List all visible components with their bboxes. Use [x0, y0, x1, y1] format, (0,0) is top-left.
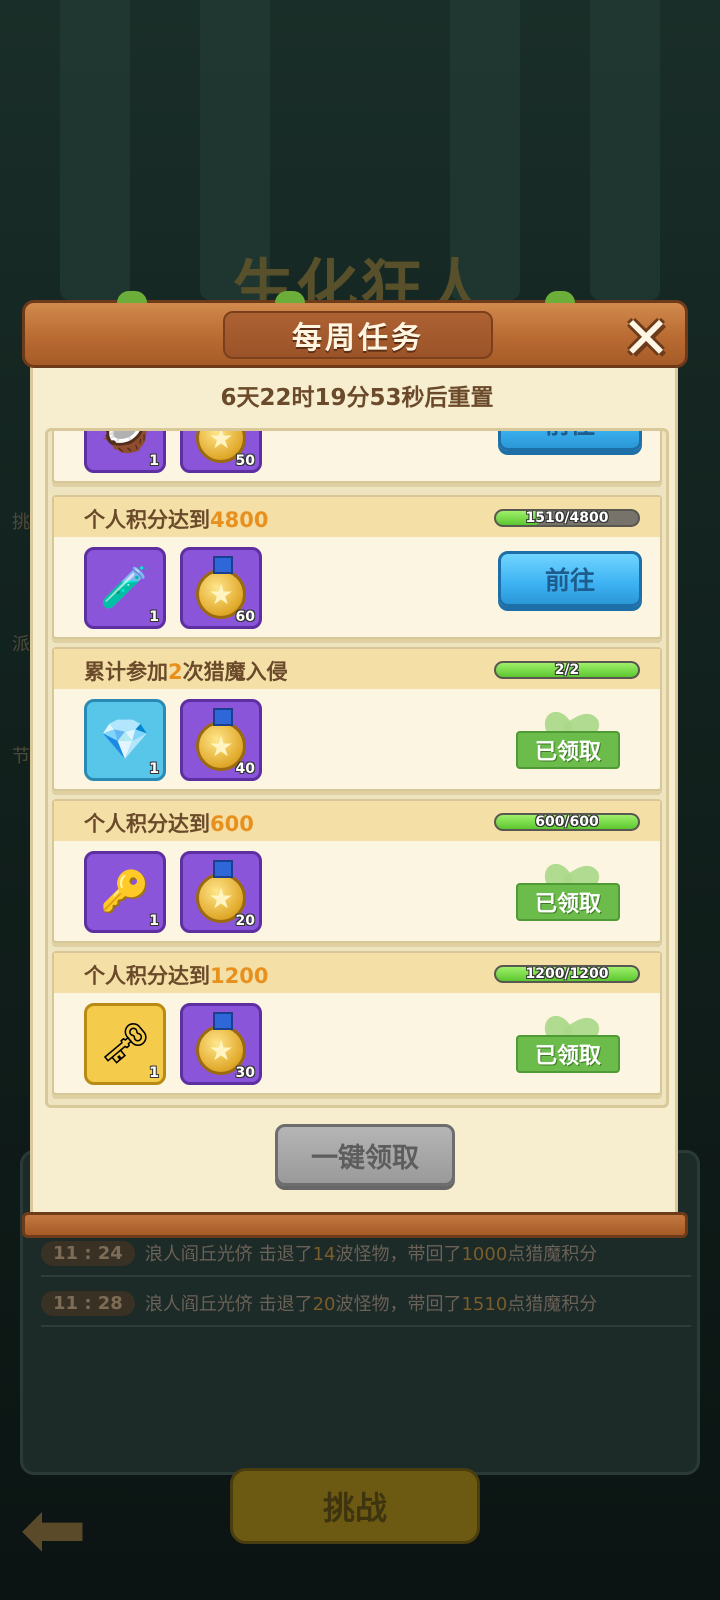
mystery-crystal-icon: 💎 — [100, 717, 150, 763]
progress-text: 1200/1200 — [525, 966, 609, 982]
task-progress-bar: 1510/4800 — [494, 509, 640, 527]
task-title: 个人积分达到1200 — [84, 964, 269, 988]
reward-count: 1 — [149, 913, 159, 929]
task-progress-bar: 1200/1200 — [494, 965, 640, 983]
potion-icon: 🧪 — [100, 565, 150, 611]
reward-count: 1 — [149, 1065, 159, 1081]
reward-count: 60 — [235, 609, 255, 625]
progress-text: 1510/4800 — [525, 510, 609, 526]
claimed-badge: 已领取 — [516, 1010, 624, 1077]
claimed-label: 已领取 — [516, 883, 620, 921]
task-item: 个人积分达到600 600/600 🔑 1 ★ 20 已领取 — [52, 799, 662, 943]
log-text: 浪人阎丘光侪 击退了14波怪物，带回了1000点猎魔积分 — [144, 1244, 598, 1265]
reward-item[interactable]: ★ 60 — [180, 547, 262, 629]
task-item: 累计参加2次猎魔入侵 2/2 💎 1 ★ 40 已领取 — [52, 647, 662, 791]
grass-decoration — [545, 291, 575, 303]
claimed-badge: 已领取 — [516, 858, 624, 925]
back-arrow-icon[interactable]: ⬅ — [20, 1490, 98, 1570]
reward-item[interactable]: ★ 30 — [180, 1003, 262, 1085]
task-item-partial: 🥥 1 ★ 50 前往 — [52, 428, 662, 483]
task-list[interactable]: 🥥 1 ★ 50 前往 个人积分达到4800 1510/4800 — [45, 428, 669, 1108]
progress-text: 2/2 — [554, 662, 580, 678]
claimed-label: 已领取 — [516, 1035, 620, 1073]
reward-count: 20 — [235, 913, 255, 929]
reward-count: 1 — [149, 761, 159, 777]
task-progress-bar: 600/600 — [494, 813, 640, 831]
reward-item[interactable]: 💎 1 — [84, 699, 166, 781]
modal-header-board: 每周任务 ✕ — [22, 291, 688, 369]
task-header: 个人积分达到600 600/600 — [54, 801, 660, 841]
task-title: 个人积分达到600 — [84, 812, 254, 836]
task-title: 个人积分达到4800 — [84, 508, 269, 532]
modal-body: 6天22时19分53秒后重置 🥥 1 ★ 50 前往 个人积分达到4800 — [30, 366, 678, 1216]
task-item: 个人积分达到4800 1510/4800 🧪 1 ★ 60 前往 — [52, 495, 662, 639]
log-text: 浪人阎丘光侪 击退了20波怪物，带回了1510点猎魔积分 — [144, 1294, 598, 1315]
task-header: 累计参加2次猎魔入侵 2/2 — [54, 649, 660, 689]
claim-all-button[interactable]: 一键领取 — [275, 1124, 455, 1186]
reward-item[interactable]: ★ 50 — [180, 431, 262, 473]
log-time: 11 : 24 — [41, 1240, 135, 1266]
reward-count: 40 — [235, 761, 255, 777]
modal-title: 每周任务 — [223, 311, 493, 359]
reward-item[interactable]: ★ 40 — [180, 699, 262, 781]
grass-decoration — [275, 291, 305, 303]
log-time: 11 : 28 — [41, 1290, 135, 1316]
potion-icon: 🥥 — [100, 428, 150, 455]
log-entry: 11 : 28 浪人阎丘光侪 击退了20波怪物，带回了1510点猎魔积分 — [41, 1281, 691, 1327]
reward-item[interactable]: 🗝 1 — [84, 1003, 166, 1085]
reset-countdown: 6天22时19分53秒后重置 — [220, 385, 494, 411]
weekly-tasks-modal: 6天22时19分53秒后重置 🥥 1 ★ 50 前往 个人积分达到4800 — [20, 291, 690, 1238]
reward-item[interactable]: 🔑 1 — [84, 851, 166, 933]
task-item: 个人积分达到1200 1200/1200 🗝 1 ★ 30 已领取 — [52, 951, 662, 1095]
task-title: 累计参加2次猎魔入侵 — [84, 660, 288, 684]
reward-count: 1 — [149, 453, 159, 469]
modal-bottom-board — [22, 1212, 688, 1238]
reward-item[interactable]: 🧪 1 — [84, 547, 166, 629]
task-header: 个人积分达到1200 1200/1200 — [54, 953, 660, 993]
reward-item[interactable]: 🥥 1 — [84, 428, 166, 473]
reward-count: 1 — [149, 609, 159, 625]
progress-text: 600/600 — [535, 814, 599, 830]
gold-key-icon: 🗝 — [99, 1021, 151, 1067]
task-progress-bar: 2/2 — [494, 661, 640, 679]
reward-count: 50 — [235, 453, 255, 469]
challenge-button[interactable]: 挑战 — [230, 1468, 480, 1544]
silver-key-icon: 🔑 — [100, 869, 150, 915]
claimed-label: 已领取 — [516, 731, 620, 769]
go-button[interactable]: 前往 — [498, 431, 642, 451]
grass-decoration — [117, 291, 147, 303]
close-icon[interactable]: ✕ — [615, 307, 677, 369]
claimed-badge: 已领取 — [516, 706, 624, 773]
reward-count: 30 — [235, 1065, 255, 1081]
go-button[interactable]: 前往 — [498, 551, 642, 607]
task-header: 个人积分达到4800 1510/4800 — [54, 497, 660, 537]
reward-item[interactable]: ★ 20 — [180, 851, 262, 933]
